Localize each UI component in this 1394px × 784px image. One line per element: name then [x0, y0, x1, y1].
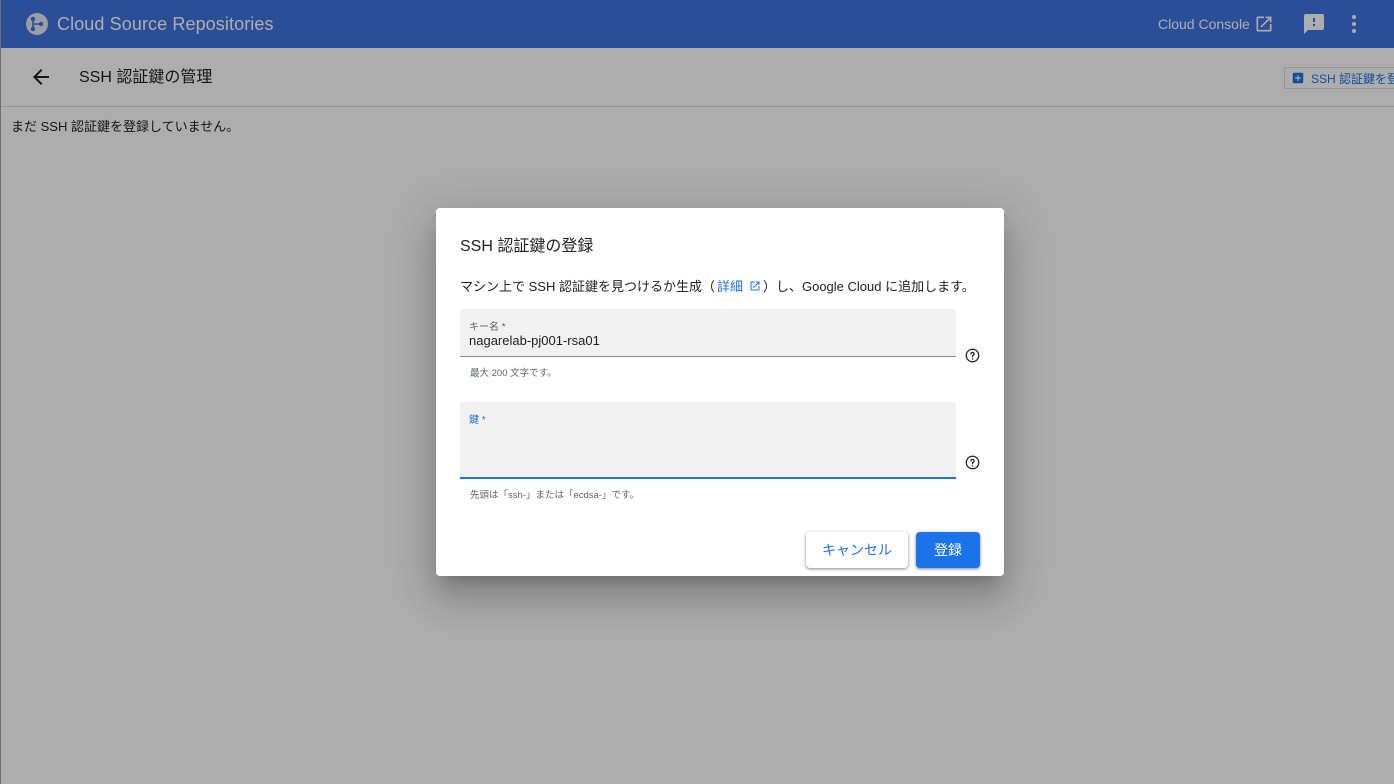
dialog-description: マシン上で SSH 認証鍵を見つけるか生成（ 詳細 ）し、Google Clou…	[460, 276, 975, 295]
key-name-input[interactable]	[469, 333, 939, 348]
help-icon[interactable]	[965, 455, 980, 470]
details-link-label: 詳細	[716, 279, 743, 294]
register-ssh-key-dialog: SSH 認証鍵の登録 マシン上で SSH 認証鍵を見つけるか生成（ 詳細 ）し、…	[436, 208, 1004, 576]
cancel-button[interactable]: キャンセル	[806, 532, 908, 568]
page: Cloud Source Repositories Cloud Console …	[0, 0, 1394, 784]
help-icon[interactable]	[965, 348, 980, 363]
window-left-edge	[0, 0, 1, 784]
key-name-label: キー名 *	[469, 322, 506, 333]
register-button[interactable]: 登録	[916, 532, 980, 568]
key-name-field[interactable]: キー名 *	[460, 309, 956, 357]
key-hint: 先頭は「ssh-」または「ecdsa-」です。	[470, 490, 640, 501]
key-input[interactable]	[469, 426, 939, 470]
open-in-new-icon	[750, 281, 760, 290]
key-name-hint: 最大 200 文字です。	[470, 368, 557, 379]
description-suffix: ）し、Google Cloud に追加します。	[762, 279, 975, 294]
key-field[interactable]: 鍵 *	[460, 402, 956, 479]
key-label: 鍵 *	[469, 415, 486, 426]
details-link[interactable]: 詳細	[717, 276, 761, 295]
description-prefix: マシン上で SSH 認証鍵を見つけるか生成（	[460, 279, 715, 294]
dialog-title: SSH 認証鍵の登録	[460, 238, 594, 255]
